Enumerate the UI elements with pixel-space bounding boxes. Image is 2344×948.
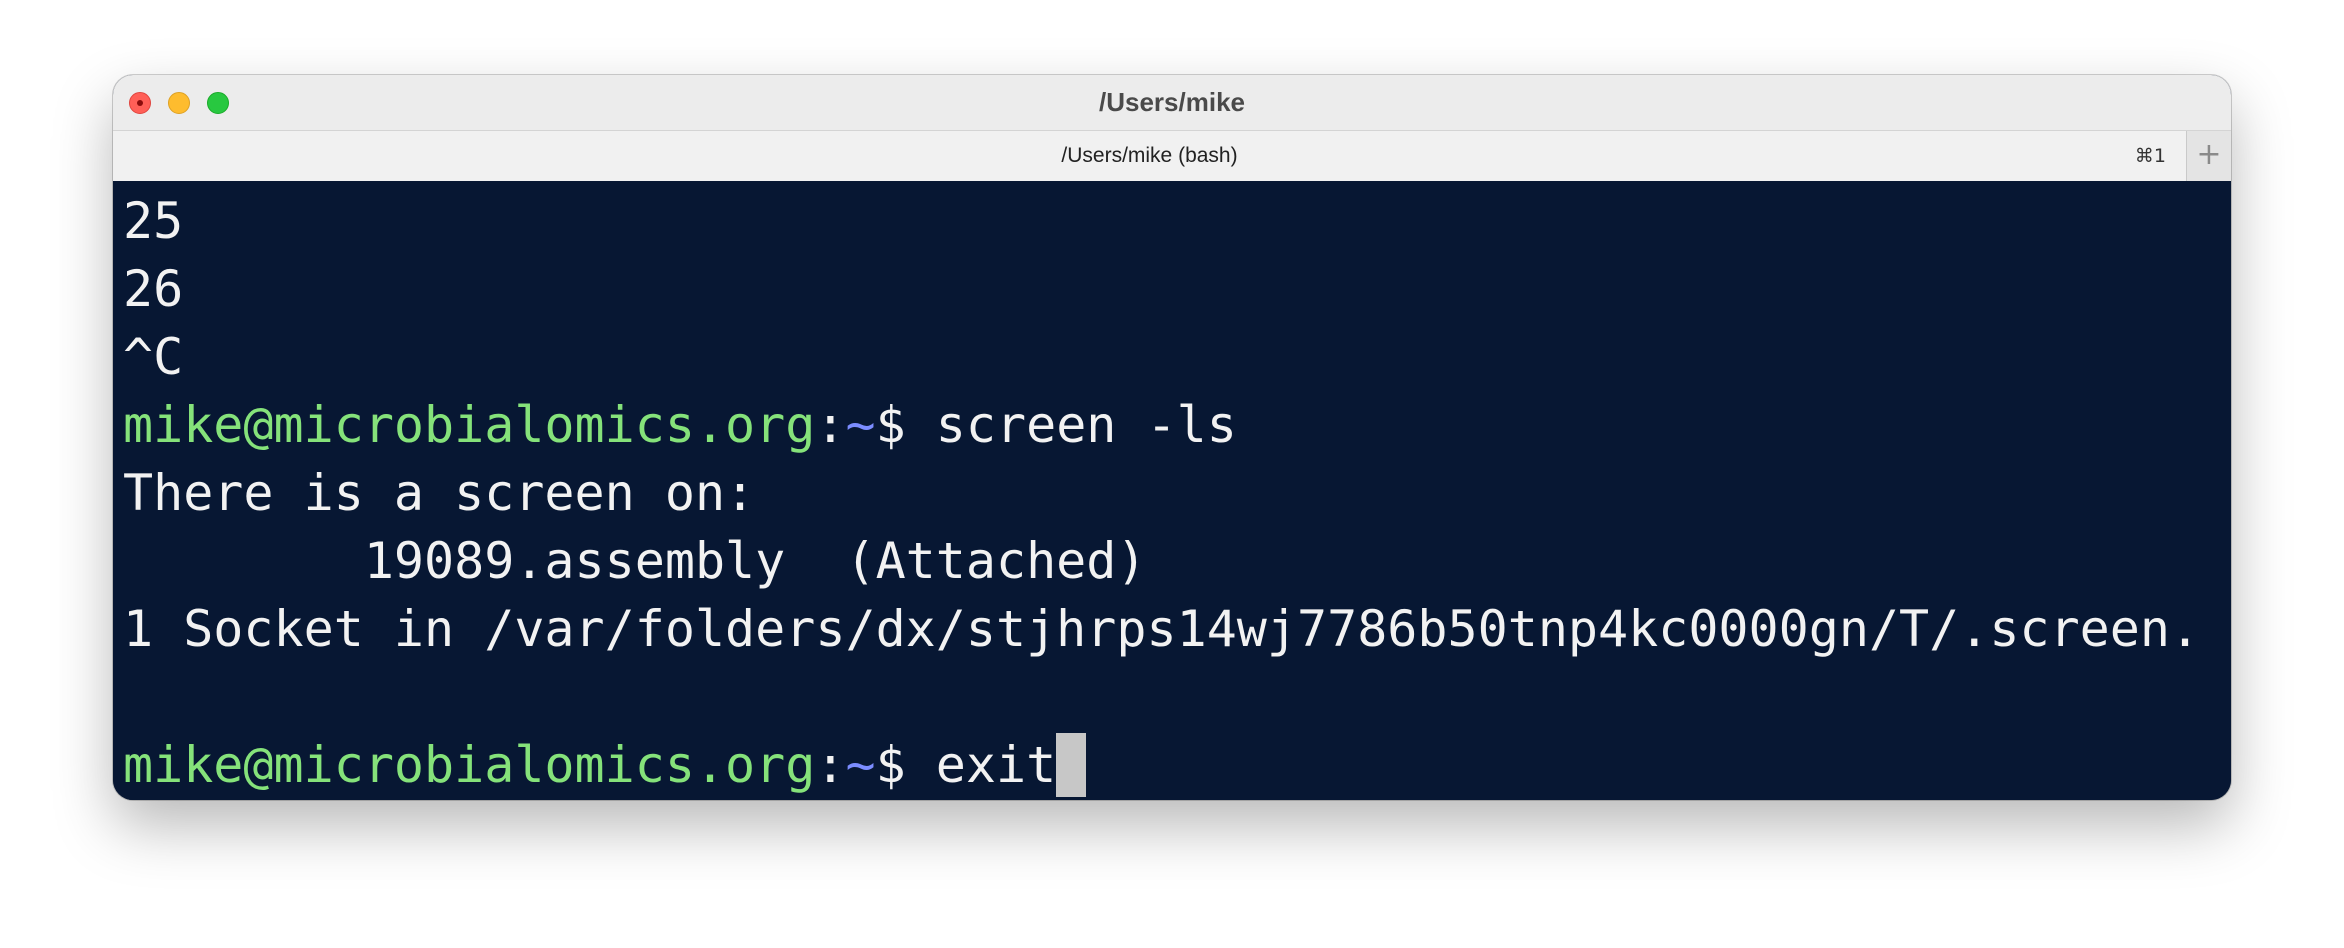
command-input-text[interactable]: exit bbox=[936, 736, 1056, 794]
prompt-colon: : bbox=[815, 736, 846, 794]
tab-bar: /Users/mike (bash) ⌘1 + bbox=[113, 130, 2231, 181]
prompt-dir: ~ bbox=[845, 396, 876, 454]
tab-title: /Users/mike (bash) bbox=[1061, 144, 1238, 167]
new-tab-button[interactable]: + bbox=[2187, 131, 2231, 181]
close-icon bbox=[137, 100, 143, 106]
output-line: 26 bbox=[123, 260, 184, 318]
text-cursor bbox=[1056, 732, 1087, 797]
tab-bash[interactable]: /Users/mike (bash) ⌘1 bbox=[113, 131, 2187, 181]
tab-shortcut: ⌘1 bbox=[2134, 145, 2166, 167]
command-text: screen -ls bbox=[935, 396, 1237, 454]
output-line: ^C bbox=[123, 328, 184, 386]
close-button[interactable] bbox=[129, 92, 151, 114]
prompt-dir: ~ bbox=[845, 736, 876, 794]
maximize-button[interactable] bbox=[207, 92, 229, 114]
plus-icon: + bbox=[2196, 137, 2222, 172]
output-line: 25 bbox=[123, 192, 184, 250]
output-line: 1 Socket in /var/folders/dx/stjhrps14wj7… bbox=[123, 600, 2201, 658]
prompt-line-active[interactable]: mike@microbialomics.org:~$ exit bbox=[123, 731, 2231, 799]
terminal-window: /Users/mike /Users/mike (bash) ⌘1 + 25 2… bbox=[113, 75, 2231, 800]
prompt-dollar: $ bbox=[875, 736, 936, 794]
output-line: There is a screen on: bbox=[123, 464, 756, 522]
prompt-user-host: mike@microbialomics.org bbox=[123, 736, 816, 794]
prompt-colon: : bbox=[815, 396, 846, 454]
output-line: 19089.assembly (Attached) bbox=[123, 532, 1147, 590]
prompt-user-host: mike@microbialomics.org bbox=[123, 396, 816, 454]
title-bar[interactable]: /Users/mike bbox=[113, 75, 2231, 130]
prompt-line: mike@microbialomics.org:~$ screen -ls bbox=[123, 391, 2231, 459]
window-title: /Users/mike bbox=[1099, 87, 1245, 117]
minimize-button[interactable] bbox=[168, 92, 190, 114]
terminal-content[interactable]: 25 26 ^C mike@microbialomics.org:~$ scre… bbox=[113, 181, 2231, 800]
prompt-dollar: $ bbox=[875, 396, 936, 454]
